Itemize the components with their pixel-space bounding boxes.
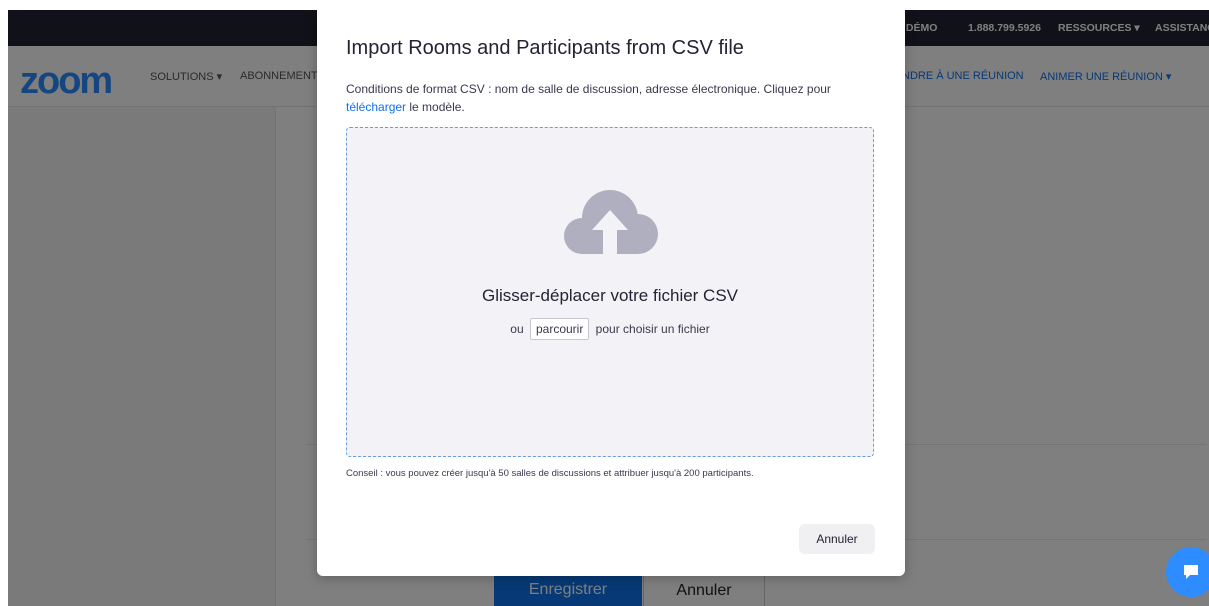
dialog-title: Import Rooms and Participants from CSV f… (346, 37, 744, 59)
desc-text: Conditions de format CSV : nom de salle … (346, 82, 831, 96)
or-label: ou (510, 322, 524, 336)
app-stage: E DÉMO 1.888.799.5926 RESSOURCES ▾ ASSIS… (8, 10, 1209, 606)
import-csv-dialog: Import Rooms and Participants from CSV f… (317, 10, 905, 576)
desc-suffix: le modèle. (406, 100, 465, 114)
chat-button[interactable] (1166, 547, 1209, 597)
choose-file-label: pour choisir un fichier (595, 322, 710, 336)
cloud-upload-icon (564, 190, 658, 254)
cancel-button[interactable]: Annuler (799, 524, 875, 554)
csv-drop-zone[interactable]: Glisser-déplacer votre fichier CSV ou pa… (346, 127, 874, 457)
download-template-link[interactable]: télécharger (346, 100, 406, 114)
tip-text: Conseil : vous pouvez créer jusqu'à 50 s… (346, 468, 754, 479)
drop-zone-title: Glisser-déplacer votre fichier CSV (481, 286, 739, 305)
dialog-description: Conditions de format CSV : nom de salle … (346, 80, 876, 116)
drop-zone-subtitle: ou parcourir pour choisir un fichier (347, 318, 873, 340)
browse-button[interactable]: parcourir (529, 318, 590, 340)
chat-icon (1184, 565, 1198, 579)
